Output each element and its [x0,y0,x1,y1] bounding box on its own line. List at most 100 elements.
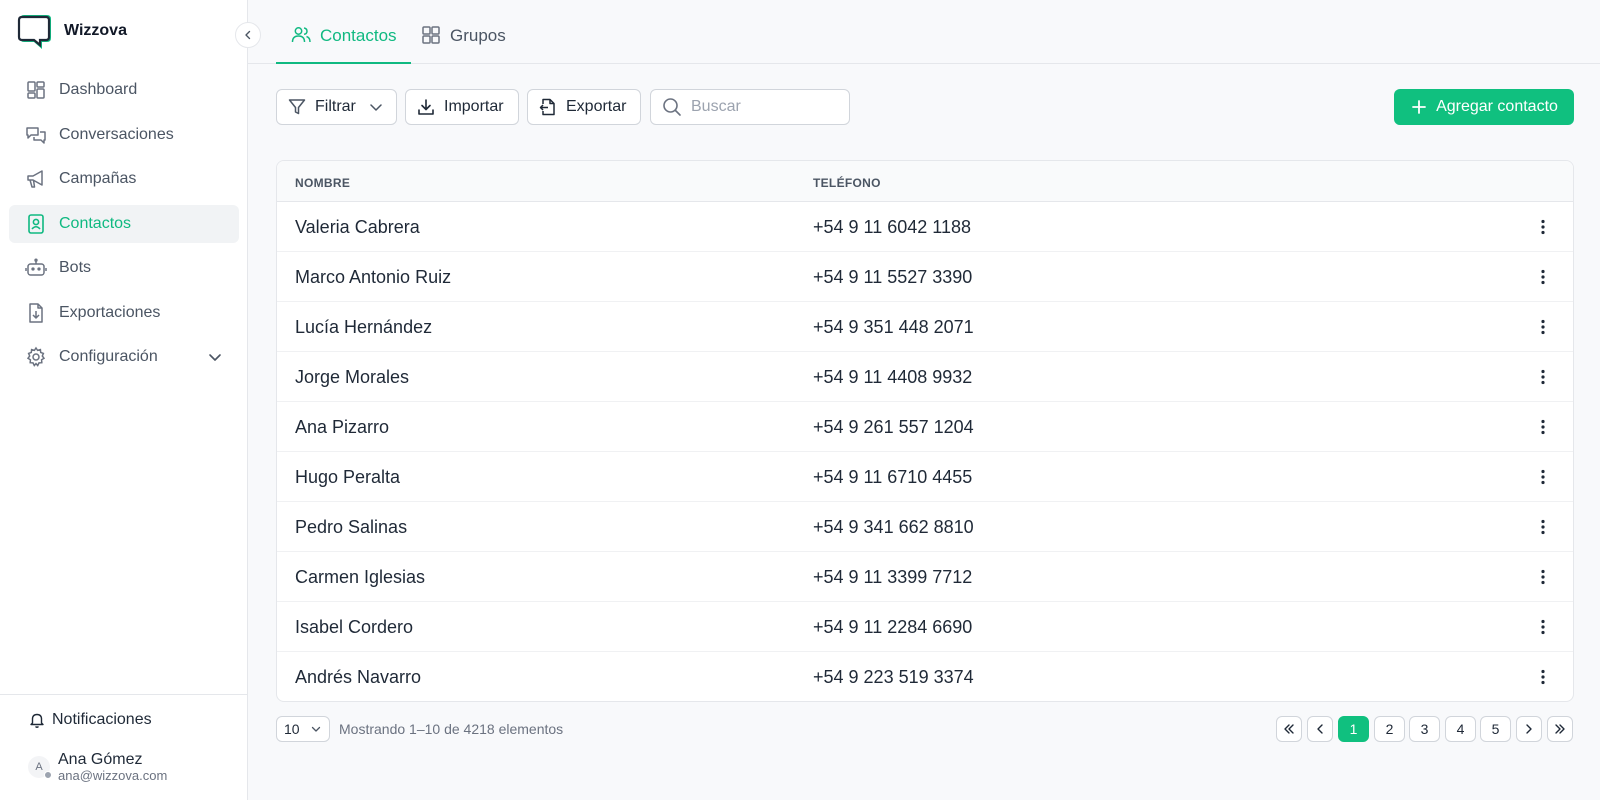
contacts-table: NOMBRE TELÉFONO Valeria Cabrera +54 9 11 … [276,160,1574,702]
search-input[interactable] [691,98,841,116]
contact-book-icon [25,213,47,235]
contact-phone: +54 9 351 448 2071 [813,317,974,337]
import-label: Importar [444,98,504,115]
row-actions-button[interactable] [1531,365,1555,389]
more-vertical-icon [1541,519,1545,535]
contact-phone: +54 9 11 2284 6690 [813,617,973,637]
page-size-select[interactable]: 10 [276,716,330,742]
sidebar-item-label: Dashboard [59,81,138,98]
row-actions-button[interactable] [1531,415,1555,439]
contact-phone: +54 9 341 662 8810 [813,517,974,537]
row-actions-button[interactable] [1531,265,1555,289]
more-vertical-icon [1541,469,1545,485]
tab-label: Contactos [320,26,397,45]
notifications-label: Notificaciones [52,711,152,728]
export-button[interactable]: Exportar [527,89,641,125]
collapse-sidebar-button[interactable] [235,22,261,48]
row-actions-button[interactable] [1531,615,1555,639]
table-row[interactable]: Ana Pizarro +54 9 261 557 1204 [277,402,1573,452]
chevron-down-icon [311,726,321,732]
dashboard-icon [25,79,47,101]
next-page-button[interactable] [1516,716,1542,742]
import-button[interactable]: Importar [405,89,519,125]
brand-name: Wizzova [64,22,127,39]
contact-name: Jorge Morales [295,367,410,387]
table-body: Valeria Cabrera +54 9 11 6042 1188 Marco A… [277,202,1573,701]
chevron-down-icon [207,349,223,365]
user-email: ana@wizzova.com [58,768,168,783]
table-row[interactable]: Andrés Navarro +54 9 223 519 3374 [277,652,1573,701]
row-actions-button[interactable] [1531,565,1555,589]
contact-name: Hugo Peralta [295,467,401,487]
sidebar-item-label: Conversaciones [59,125,174,143]
search-box [650,89,850,125]
export-label: Exportar [566,98,627,115]
brand[interactable]: Wizzova [16,12,127,50]
row-actions-button[interactable] [1531,665,1555,689]
row-actions-button[interactable] [1531,215,1555,239]
chevron-left-icon [1317,724,1323,734]
table-header: NOMBRE TELÉFONO [277,161,1573,202]
table-row[interactable]: Lucía Hernández +54 9 351 448 2071 [277,302,1573,352]
row-actions-button[interactable] [1531,315,1555,339]
more-vertical-icon [1541,369,1545,385]
tab-bar: Contactos Grupos [248,0,1600,64]
table-row[interactable]: Pedro Salinas +54 9 341 662 8810 [277,502,1573,552]
page-button-5[interactable]: 5 [1480,716,1511,742]
first-page-button[interactable] [1276,716,1302,742]
last-page-button[interactable] [1547,716,1573,742]
row-actions-button[interactable] [1531,465,1555,489]
megaphone-icon [25,168,47,190]
prev-page-button[interactable] [1307,716,1333,742]
table-row[interactable]: Hugo Peralta +54 9 11 6710 4455 [277,452,1573,502]
avatar: A [28,756,52,779]
double-chevron-left-icon [1284,724,1294,734]
more-vertical-icon [1541,219,1545,235]
sidebar-item-label: Configuración [59,348,158,365]
page-button-2[interactable]: 2 [1374,716,1405,742]
more-vertical-icon [1541,269,1545,285]
sidebar-item-campaigns[interactable]: Campañas [9,160,239,198]
filter-button[interactable]: Filtrar [276,89,397,125]
more-vertical-icon [1541,619,1545,635]
sidebar-item-label: Bots [59,259,92,276]
tab-contacts[interactable]: Contactos [276,26,411,64]
add-contact-button[interactable]: Agregar contacto [1394,89,1574,125]
sidebar-item-conversations[interactable]: Conversaciones [9,116,239,154]
row-actions-button[interactable] [1531,515,1555,539]
file-export-icon [539,98,555,116]
double-chevron-right-icon [1555,724,1565,734]
column-header-phone: TELÉFONO [813,176,881,190]
page-button-3[interactable]: 3 [1409,716,1440,742]
table-row[interactable]: Jorge Morales +54 9 11 4408 9932 [277,352,1573,402]
chevron-down-icon [370,104,382,111]
plus-icon [1412,100,1426,114]
tab-groups[interactable]: Grupos [406,26,520,64]
sidebar-item-exports[interactable]: Exportaciones [9,294,239,332]
sidebar-item-dashboard[interactable]: Dashboard [9,71,239,109]
download-icon [418,99,434,115]
user-name: Ana Gómez [58,751,143,768]
table-row[interactable]: Isabel Cordero +54 9 11 2284 6690 [277,602,1573,652]
sidebar-item-contacts[interactable]: Contactos [9,204,239,243]
filter-label: Filtrar [315,98,356,115]
sidebar-item-label: Campañas [59,170,137,187]
users-icon [291,27,311,43]
page-button-1[interactable]: 1 [1338,716,1369,742]
grid-icon [422,26,440,44]
contact-phone: +54 9 11 3399 7712 [813,567,973,587]
avatar-initial: A [35,761,43,773]
more-vertical-icon [1541,569,1545,585]
table-row[interactable]: Valeria Cabrera +54 9 11 6042 1188 [277,202,1573,252]
sidebar-item-settings[interactable]: Configuración [9,338,239,376]
contact-name: Andrés Navarro [295,667,422,687]
page-button-4[interactable]: 4 [1445,716,1476,742]
table-row[interactable]: Marco Antonio Ruiz +54 9 11 5527 3390 [277,252,1573,302]
sidebar-item-bots[interactable]: Bots [9,249,239,287]
table-row[interactable]: Carmen Iglesias +54 9 11 3399 7712 [277,552,1573,602]
notifications-link[interactable]: Notificaciones [28,711,152,729]
bell-icon [30,713,44,728]
gear-icon [25,346,47,368]
user-profile[interactable]: A Ana Gómez ana@wizzova.com [28,751,167,783]
chevron-left-icon [245,30,251,40]
